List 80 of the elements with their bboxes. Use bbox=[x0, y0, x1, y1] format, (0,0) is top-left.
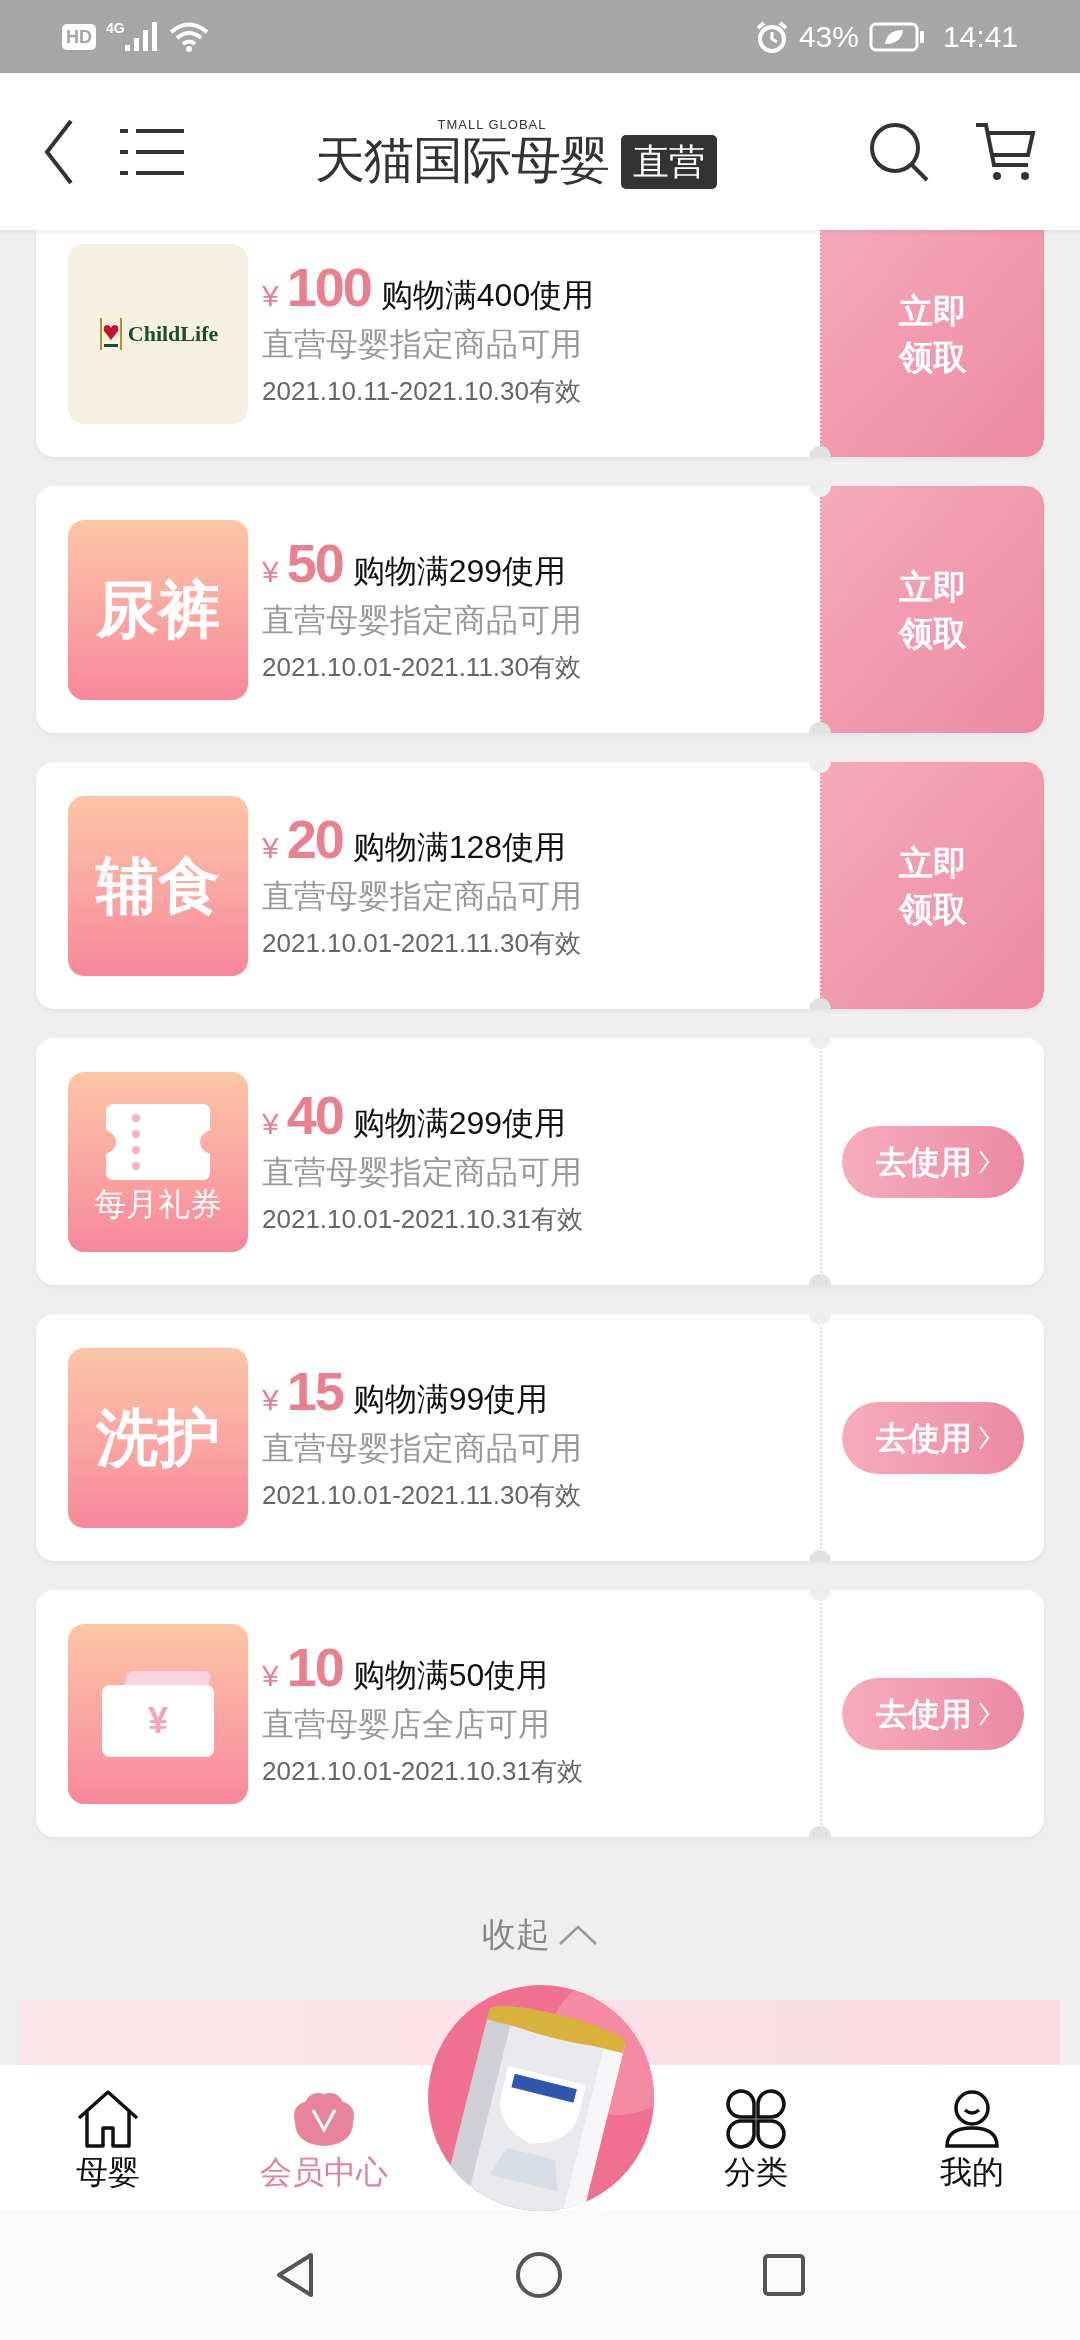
coupon-condition: 购物满50使用 bbox=[352, 1655, 549, 1695]
claim-button[interactable]: 立即领取 bbox=[820, 230, 1044, 457]
chevron-right-icon bbox=[978, 1700, 990, 1727]
back-icon[interactable] bbox=[44, 118, 74, 185]
coupon-validity: 2021.10.01-2021.11.30有效 bbox=[262, 1478, 582, 1512]
ticket-notch bbox=[809, 1826, 831, 1837]
currency-sign: ¥ bbox=[262, 553, 279, 590]
wifi-icon bbox=[168, 20, 209, 53]
claim-button[interactable]: 立即领取 bbox=[820, 762, 1044, 1009]
ticket-notch bbox=[809, 446, 831, 457]
coupon-scope: 直营母婴指定商品可用 bbox=[262, 1152, 583, 1192]
coupon-condition: 购物满400使用 bbox=[380, 275, 595, 315]
currency-sign: ¥ bbox=[262, 277, 279, 314]
brand-subtitle: TMALL GLOBAL bbox=[437, 118, 547, 131]
coupon-condition: 购物满299使用 bbox=[352, 551, 567, 591]
cart-icon[interactable] bbox=[974, 120, 1036, 183]
category-tile: 洗护 bbox=[68, 1347, 248, 1528]
use-button[interactable]: 去使用 bbox=[842, 1677, 1024, 1750]
home-icon bbox=[75, 2087, 141, 2150]
ticket-notch bbox=[809, 486, 831, 497]
currency-sign: ¥ bbox=[262, 1657, 279, 1694]
battery-icon bbox=[868, 21, 925, 52]
coupon-condition: 购物满99使用 bbox=[352, 1379, 549, 1419]
cash-ticket: ¥ bbox=[102, 1684, 214, 1757]
coupon-validity: 2021.10.01-2021.10.31有效 bbox=[262, 1754, 583, 1788]
clock-time: 14:41 bbox=[942, 19, 1018, 55]
tab-item[interactable]: 我的 bbox=[940, 2087, 1004, 2188]
use-button[interactable]: 去使用 bbox=[842, 1401, 1024, 1474]
ticket-icon bbox=[106, 1103, 210, 1180]
signal-icon bbox=[124, 20, 159, 53]
use-button[interactable]: 去使用 bbox=[842, 1125, 1024, 1198]
search-icon[interactable] bbox=[868, 120, 930, 183]
ticket-notch bbox=[809, 1550, 831, 1561]
coupon-validity: 2021.10.11-2021.10.30有效 bbox=[262, 374, 582, 408]
coupon-amount: 50 bbox=[286, 531, 343, 595]
coupon-amount: 20 bbox=[286, 807, 343, 871]
coupon-amount: 10 bbox=[286, 1635, 343, 1699]
coupon-amount: 100 bbox=[286, 255, 371, 319]
category-tile: 尿裤 bbox=[68, 519, 248, 700]
tab-item[interactable]: 母婴 bbox=[75, 2087, 141, 2188]
hd-badge: HD bbox=[62, 23, 96, 50]
coupon-scope: 直营母婴指定商品可用 bbox=[262, 324, 583, 364]
coupon-scope: 直营母婴指定商品可用 bbox=[262, 876, 582, 916]
coupon-validity: 2021.10.01-2021.11.30有效 bbox=[262, 926, 582, 960]
ticket-notch bbox=[809, 722, 831, 733]
tile-label: 每月礼券 bbox=[94, 1187, 222, 1220]
currency-sign: ¥ bbox=[262, 829, 279, 866]
coupon-validity: 2021.10.01-2021.11.30有效 bbox=[262, 650, 582, 684]
battery-percent: 43% bbox=[798, 19, 859, 55]
coupon-condition: 购物满299使用 bbox=[352, 1103, 567, 1143]
coupon-scope: 直营母婴指定商品可用 bbox=[262, 1428, 582, 1468]
currency-sign: ¥ bbox=[262, 1105, 279, 1142]
category-tile: 辅食 bbox=[68, 795, 248, 976]
coupon-scope: 直营母婴店全店可用 bbox=[262, 1704, 551, 1744]
chevron-right-icon bbox=[978, 1148, 990, 1175]
coupon-validity: 2021.10.01-2021.10.31有效 bbox=[262, 1202, 583, 1236]
network-label: 4G bbox=[106, 20, 125, 35]
claim-button[interactable]: 立即领取 bbox=[820, 486, 1044, 733]
brand-logo-text: ChildLife bbox=[127, 320, 219, 348]
ticket-notch bbox=[809, 1274, 831, 1285]
alarm-icon bbox=[754, 19, 789, 54]
ticket-notch bbox=[809, 762, 831, 773]
brand-title: 天猫国际母婴 bbox=[315, 135, 609, 185]
grid-icon bbox=[725, 2087, 787, 2150]
coupon-amount: 15 bbox=[286, 1359, 343, 1423]
collapse-link[interactable]: 收起 bbox=[482, 1909, 550, 1960]
currency-sign: ¥ bbox=[262, 1381, 279, 1418]
coupon-scope: 直营母婴指定商品可用 bbox=[262, 600, 582, 640]
ticket-notch bbox=[809, 998, 831, 1009]
back-icon[interactable] bbox=[275, 2252, 315, 2298]
home-icon[interactable] bbox=[515, 2251, 563, 2299]
chevron-right-icon bbox=[978, 1424, 990, 1451]
coupon-condition: 购物满128使用 bbox=[352, 827, 567, 867]
tab-item[interactable]: 会员中心 bbox=[260, 2087, 388, 2188]
brand-badge: 直营 bbox=[621, 135, 717, 189]
heart-icon bbox=[97, 315, 124, 352]
menu-icon[interactable] bbox=[120, 126, 184, 177]
tab-item[interactable]: 分类 bbox=[724, 2087, 788, 2188]
coupon-amount: 40 bbox=[286, 1083, 343, 1147]
recents-icon[interactable] bbox=[763, 2254, 805, 2296]
